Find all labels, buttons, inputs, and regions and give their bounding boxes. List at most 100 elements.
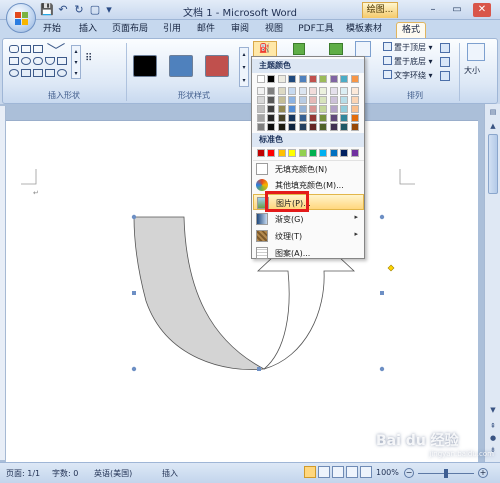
theme-color-swatch[interactable] (257, 114, 265, 122)
theme-color-swatch[interactable] (319, 123, 328, 131)
theme-color-swatch[interactable] (298, 105, 307, 113)
theme-color-swatch[interactable] (277, 75, 286, 83)
theme-color-swatch[interactable] (298, 96, 307, 104)
selection-handle[interactable] (380, 291, 384, 295)
theme-color-swatch[interactable] (309, 105, 317, 113)
pattern-menu-item[interactable]: 图案(A)... (253, 245, 364, 261)
theme-color-swatch[interactable] (257, 105, 265, 113)
language-indicator[interactable]: 英语(美国) (94, 468, 132, 479)
shape-arrow-right-icon[interactable] (21, 69, 31, 77)
shape-wave-icon[interactable] (57, 69, 67, 77)
theme-color-swatch[interactable] (309, 114, 317, 122)
theme-color-swatch[interactable] (329, 87, 338, 95)
outline-view-button[interactable] (346, 466, 358, 478)
full-screen-view-button[interactable] (318, 466, 330, 478)
tab-format[interactable]: 格式 (396, 22, 426, 38)
standard-color-swatch[interactable] (309, 149, 317, 157)
theme-color-swatch[interactable] (288, 75, 297, 83)
selection-handle[interactable] (132, 291, 136, 295)
tab-template-assets[interactable]: 模板素材 (342, 22, 386, 38)
theme-color-swatch[interactable] (277, 105, 286, 113)
scroll-up-button[interactable]: ▲ (487, 120, 499, 132)
style-swatch-red[interactable] (205, 55, 229, 77)
tab-home[interactable]: 开始 (38, 22, 66, 38)
theme-color-swatch[interactable] (319, 114, 328, 122)
tab-page-layout[interactable]: 页面布局 (108, 22, 152, 38)
send-to-back-button[interactable]: 置于底层 ▾ (383, 56, 433, 68)
theme-color-swatch[interactable] (257, 87, 265, 95)
theme-color-swatch[interactable] (277, 96, 286, 104)
theme-color-swatch[interactable] (350, 87, 359, 95)
theme-color-swatch[interactable] (319, 105, 328, 113)
shape-rounded-icon[interactable] (9, 45, 19, 53)
tab-pdf-tools[interactable]: PDF工具 (296, 22, 336, 38)
theme-color-swatch[interactable] (340, 105, 349, 113)
standard-color-swatch[interactable] (319, 149, 328, 157)
no-fill-menu-item[interactable]: 无填充颜色(N) (253, 160, 364, 176)
shape-fill-button[interactable]: ⛽ (253, 41, 277, 57)
theme-color-swatch[interactable] (329, 105, 338, 113)
theme-color-swatch[interactable] (319, 96, 328, 104)
shape-callout-icon[interactable] (45, 69, 55, 77)
shape-oval-icon[interactable] (21, 57, 31, 65)
theme-color-swatch[interactable] (257, 96, 265, 104)
edit-shape-icon[interactable]: ⠿ (85, 53, 97, 65)
zoom-level[interactable]: 100% (376, 468, 399, 477)
shape-textbox-icon[interactable] (21, 45, 31, 53)
theme-color-swatch[interactable] (319, 75, 328, 83)
tab-review[interactable]: 审阅 (228, 22, 252, 38)
shape-arrow-icon[interactable] (55, 43, 69, 55)
selection-handle[interactable] (131, 214, 137, 220)
customize-toolbar-icon[interactable]: ▾ (102, 3, 116, 17)
theme-color-swatch[interactable] (267, 96, 276, 104)
scroll-thumb[interactable] (488, 134, 498, 194)
theme-color-swatch[interactable] (267, 75, 276, 83)
page-count[interactable]: 页面: 1/1 (6, 468, 40, 479)
tab-insert[interactable]: 插入 (74, 22, 102, 38)
size-icon[interactable] (467, 43, 485, 61)
shape-triangle-icon[interactable] (45, 57, 55, 65)
theme-color-swatch[interactable] (350, 105, 359, 113)
theme-color-swatch[interactable] (350, 123, 359, 131)
scroll-down-button[interactable]: ▼ (487, 404, 499, 416)
maximize-button[interactable]: ▭ (448, 3, 466, 17)
close-button[interactable]: ✕ (473, 3, 491, 17)
standard-color-swatch[interactable] (340, 149, 349, 157)
shape-gallery-scroll[interactable]: ▴ ▾ ▾ (71, 45, 81, 79)
theme-color-swatch[interactable] (288, 114, 297, 122)
theme-color-swatch[interactable] (329, 114, 338, 122)
theme-color-swatch[interactable] (309, 75, 317, 83)
theme-color-swatch[interactable] (329, 123, 338, 131)
insert-mode[interactable]: 插入 (162, 468, 178, 479)
style-gallery-scroll[interactable]: ▴ ▾ ▾ (239, 47, 249, 87)
tab-references[interactable]: 引用 (160, 22, 184, 38)
shape-square-icon[interactable] (9, 57, 19, 65)
theme-color-swatch[interactable] (298, 87, 307, 95)
save-icon[interactable]: 💾 (40, 3, 54, 17)
position-button[interactable] (355, 41, 371, 57)
selection-handle[interactable] (379, 366, 385, 372)
draft-view-button[interactable] (360, 466, 372, 478)
text-wrap-button[interactable]: 文字环绕 ▾ (383, 70, 433, 82)
theme-color-swatch[interactable] (298, 114, 307, 122)
web-layout-view-button[interactable] (332, 466, 344, 478)
theme-color-swatch[interactable] (288, 87, 297, 95)
zoom-in-button[interactable]: + (478, 468, 488, 478)
redo-icon[interactable]: ↻ (72, 3, 86, 17)
theme-color-swatch[interactable] (277, 87, 286, 95)
theme-color-swatch[interactable] (329, 75, 338, 83)
theme-color-swatch[interactable] (340, 96, 349, 104)
theme-color-swatch[interactable] (277, 123, 286, 131)
theme-color-swatch[interactable] (277, 114, 286, 122)
selection-handle[interactable] (131, 366, 137, 372)
standard-color-swatch[interactable] (350, 149, 359, 157)
shape-star-icon[interactable] (33, 69, 43, 77)
theme-color-swatch[interactable] (288, 105, 297, 113)
shape-rect-icon[interactable] (33, 45, 43, 53)
texture-menu-item[interactable]: 纹理(T) ▸ (253, 228, 364, 244)
theme-color-swatch[interactable] (340, 114, 349, 122)
standard-color-swatch[interactable] (257, 149, 265, 157)
theme-color-swatch[interactable] (350, 75, 359, 83)
theme-color-swatch[interactable] (267, 123, 276, 131)
3d-effects-icon[interactable] (329, 43, 343, 55)
